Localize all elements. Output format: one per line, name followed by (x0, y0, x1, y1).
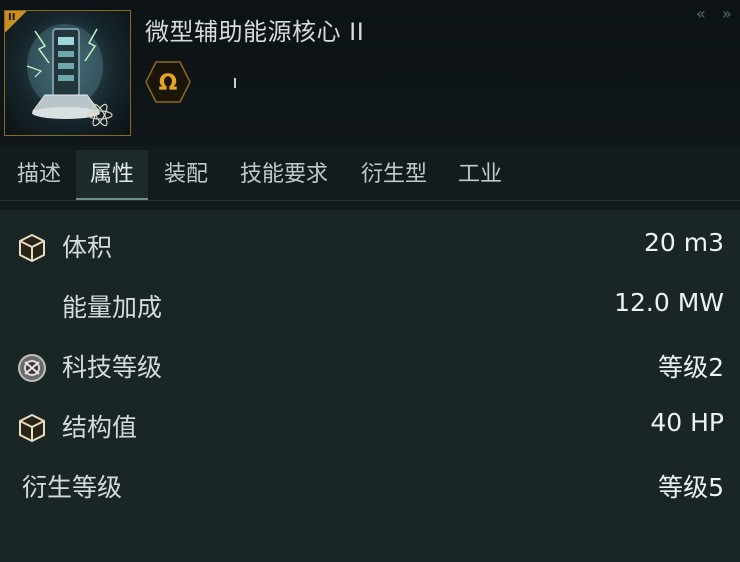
tab-variations[interactable]: 衍生型 (346, 150, 442, 200)
attribute-label: 能量加成 (62, 293, 163, 322)
attribute-row-structure: 结构值 40 HP (0, 400, 740, 450)
item-thumbnail[interactable]: II (4, 10, 131, 136)
attribute-row-tech-level: 科技等级 等级2 (0, 340, 740, 390)
cube-icon (19, 233, 45, 263)
tab-attributes[interactable]: 属性 (76, 150, 148, 200)
omega-icon: Ω (145, 61, 191, 103)
svg-text:Ω: Ω (159, 71, 178, 96)
item-header: II 微型辅助能源核心 II « » Ω (0, 0, 740, 146)
attribute-label: 科技等级 (62, 353, 163, 382)
collapse-right-icon[interactable]: » (722, 4, 732, 23)
tech-level-badge-label: II (8, 12, 16, 23)
tab-fitting[interactable]: 装配 (150, 150, 222, 200)
cube-icon (19, 413, 45, 443)
tab-bar: 描述 属性 装配 技能要求 衍生型 工业 (0, 150, 740, 201)
attribute-row-volume: 体积 20 m3 (0, 220, 740, 270)
tech-gear-icon (18, 354, 46, 382)
attribute-row-power-bonus: 能量加成 12.0 MW (0, 280, 740, 330)
collapse-left-icon[interactable]: « (696, 4, 706, 23)
attribute-value: 20 m3 (643, 228, 724, 257)
tab-industry[interactable]: 工业 (444, 150, 516, 200)
tab-description[interactable]: 描述 (4, 150, 74, 200)
attributes-panel: 体积 20 m3 能量加成 12.0 MW 科技等级 等级2 结构值 40 HP… (0, 210, 740, 562)
tech-level-badge: II (5, 11, 27, 33)
attribute-value: 等级2 (658, 353, 724, 382)
attribute-row-meta-level: 衍生等级 等级5 (0, 460, 740, 510)
attribute-label: 体积 (62, 233, 113, 262)
attribute-value: 等级5 (658, 473, 724, 502)
attribute-value: 12.0 MW (614, 288, 724, 317)
attribute-label: 衍生等级 (22, 473, 123, 502)
tab-skill-requirements[interactable]: 技能要求 (224, 150, 344, 200)
meta-marker (234, 78, 236, 88)
attribute-value: 40 HP (650, 408, 724, 437)
attribute-label: 结构值 (62, 413, 138, 442)
item-title: 微型辅助能源核心 II (145, 18, 365, 46)
